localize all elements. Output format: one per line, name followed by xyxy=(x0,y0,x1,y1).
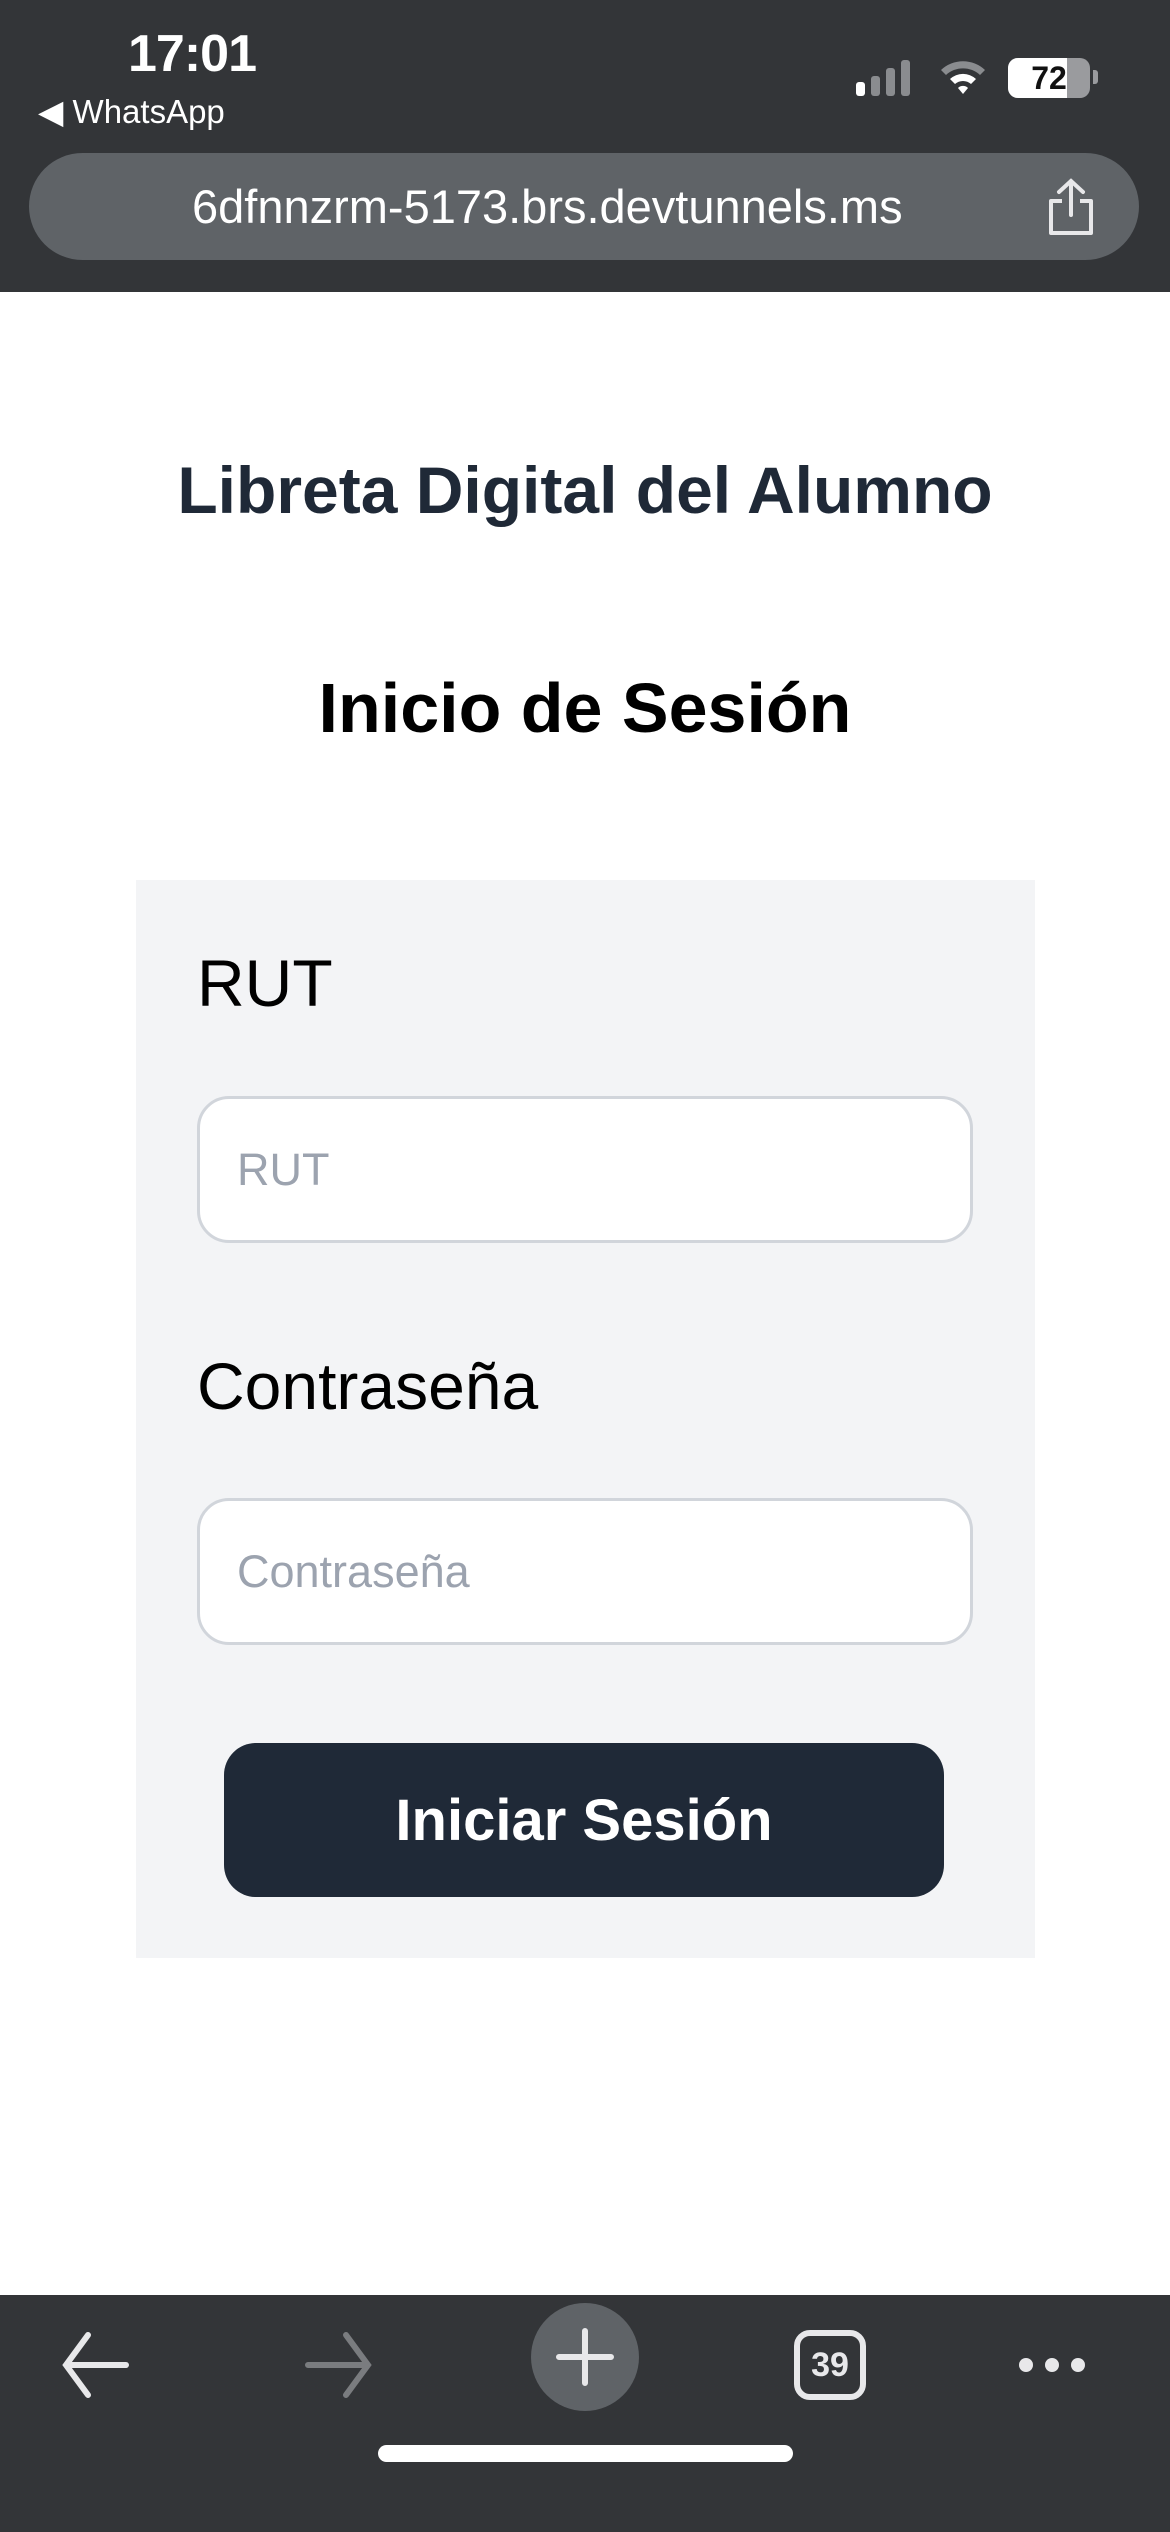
plus-icon xyxy=(556,2328,614,2386)
battery-icon: 72 xyxy=(1008,58,1090,98)
browser-top-bar: 17:01 ◀ WhatsApp 72 6dfnnzrm-5173.brs.de… xyxy=(0,0,1170,292)
password-label: Contraseña xyxy=(197,1349,539,1423)
browser-bottom-toolbar: 39 xyxy=(0,2295,1170,2532)
new-tab-button[interactable] xyxy=(531,2303,639,2411)
password-input[interactable] xyxy=(197,1498,973,1645)
tabs-button[interactable]: 39 xyxy=(794,2330,866,2400)
rut-input[interactable] xyxy=(197,1096,973,1243)
cellular-signal-icon xyxy=(856,60,910,96)
wifi-icon xyxy=(941,61,985,94)
url-text: 6dfnnzrm-5173.brs.devtunnels.ms xyxy=(192,180,903,233)
back-to-app-link[interactable]: ◀ WhatsApp xyxy=(38,92,225,131)
login-form: RUT Contraseña Iniciar Sesión xyxy=(136,880,1035,1958)
page-title: Inicio de Sesión xyxy=(318,669,852,747)
forward-arrow-icon[interactable] xyxy=(302,2325,376,2405)
status-time: 17:01 xyxy=(128,25,257,83)
back-arrow-icon[interactable] xyxy=(58,2325,132,2405)
home-indicator xyxy=(378,2445,793,2462)
more-options-icon[interactable] xyxy=(1016,2325,1088,2405)
share-icon[interactable] xyxy=(1045,177,1097,237)
rut-label: RUT xyxy=(197,946,333,1020)
battery-nub xyxy=(1093,70,1098,84)
address-bar[interactable]: 6dfnnzrm-5173.brs.devtunnels.ms xyxy=(29,153,1139,260)
login-button[interactable]: Iniciar Sesión xyxy=(224,1743,944,1897)
app-title: Libreta Digital del Alumno xyxy=(177,453,993,527)
